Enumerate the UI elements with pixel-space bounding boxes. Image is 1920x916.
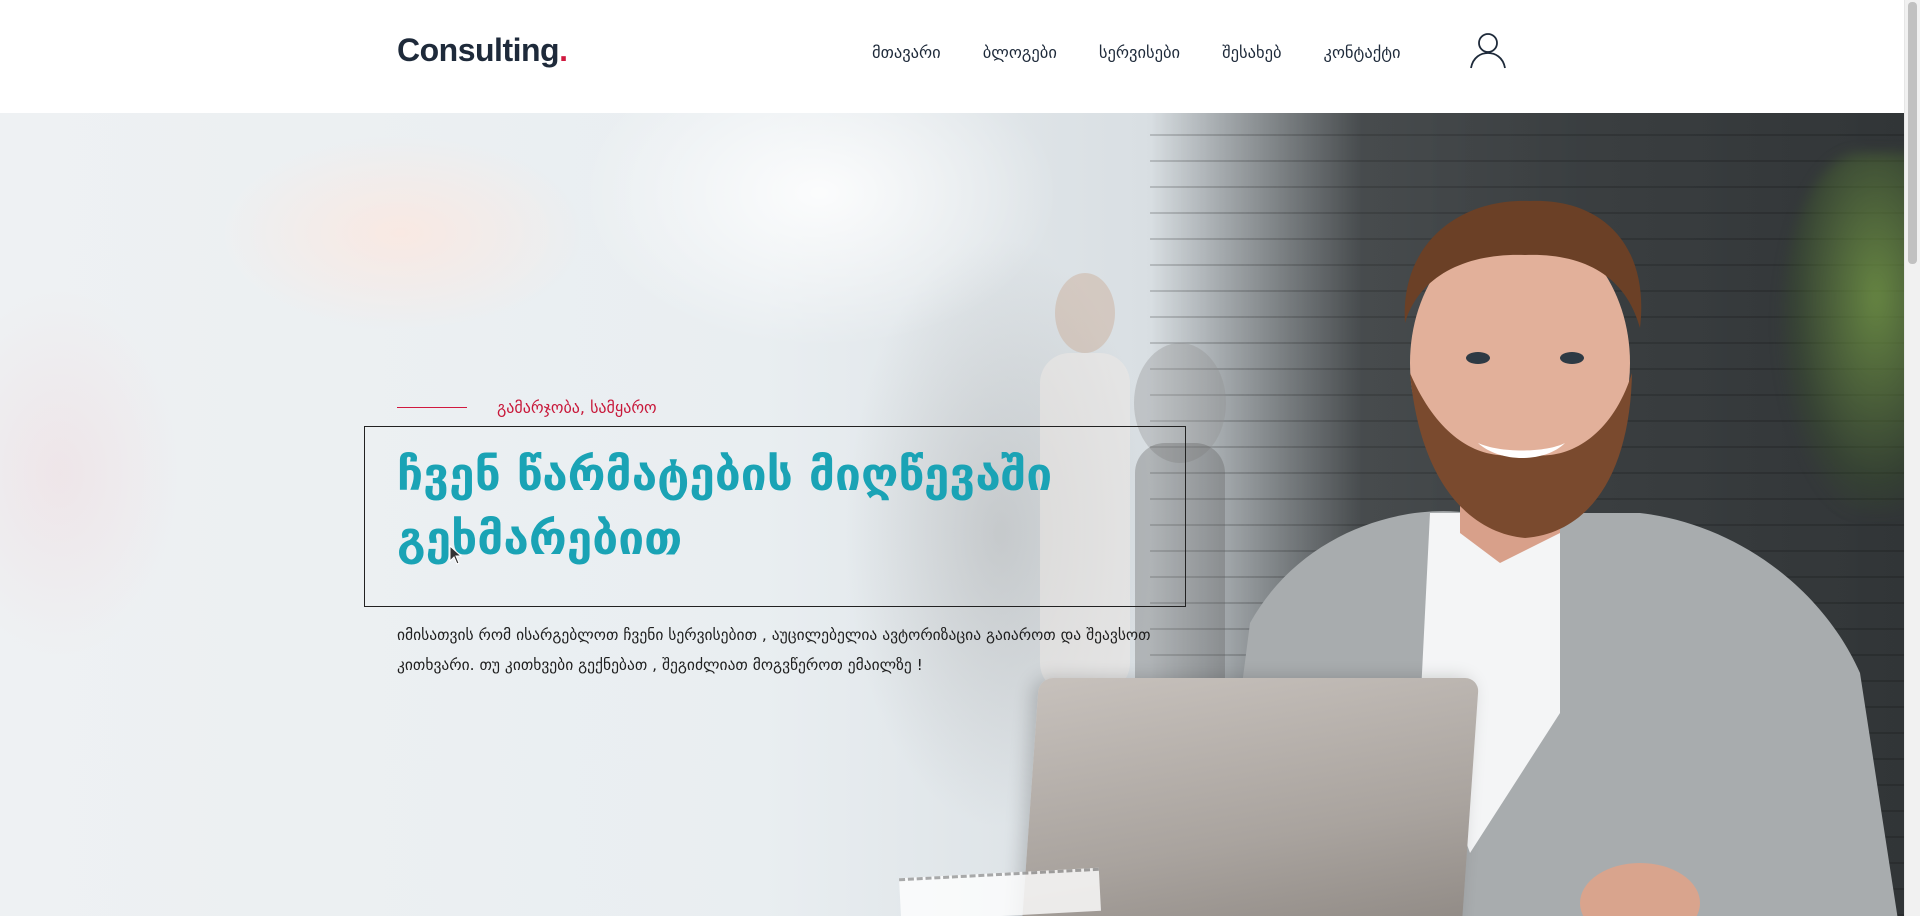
- page: Consulting. მთავარი ბლოგები სერვისები შე…: [0, 0, 1920, 916]
- logo-text: Consulting: [397, 32, 560, 68]
- eyebrow-divider: [397, 406, 467, 409]
- logo-dot: .: [559, 32, 568, 68]
- nav-item-about[interactable]: შესახებ: [1222, 43, 1281, 62]
- nav-item-home[interactable]: მთავარი: [872, 43, 941, 62]
- hero-eyebrow: გამარჯობა, სამყარო: [397, 398, 657, 417]
- hero-title: ჩვენ წარმატების მიღწევაში გეხმარებით: [397, 447, 1053, 565]
- logo[interactable]: Consulting.: [397, 32, 568, 69]
- scrollbar-thumb[interactable]: [1908, 2, 1917, 264]
- mouse-cursor-icon: [449, 545, 463, 565]
- hero-description: იმისათვის რომ ისარგებლოთ ჩვენი სერვისები…: [397, 626, 1151, 674]
- main-nav: მთავარი ბლოგები სერვისები შესახებ კონტაქ…: [872, 43, 1443, 62]
- user-icon[interactable]: [1468, 32, 1508, 70]
- nav-item-blogs[interactable]: ბლოგები: [983, 43, 1057, 62]
- page-scrollbar[interactable]: [1904, 0, 1920, 916]
- nav-item-services[interactable]: სერვისები: [1099, 43, 1180, 62]
- nav-item-contact[interactable]: კონტაქტი: [1324, 43, 1401, 62]
- site-header: Consulting. მთავარი ბლოგები სერვისები შე…: [0, 0, 1905, 113]
- eyebrow-text: გამარჯობა, სამყარო: [497, 398, 657, 417]
